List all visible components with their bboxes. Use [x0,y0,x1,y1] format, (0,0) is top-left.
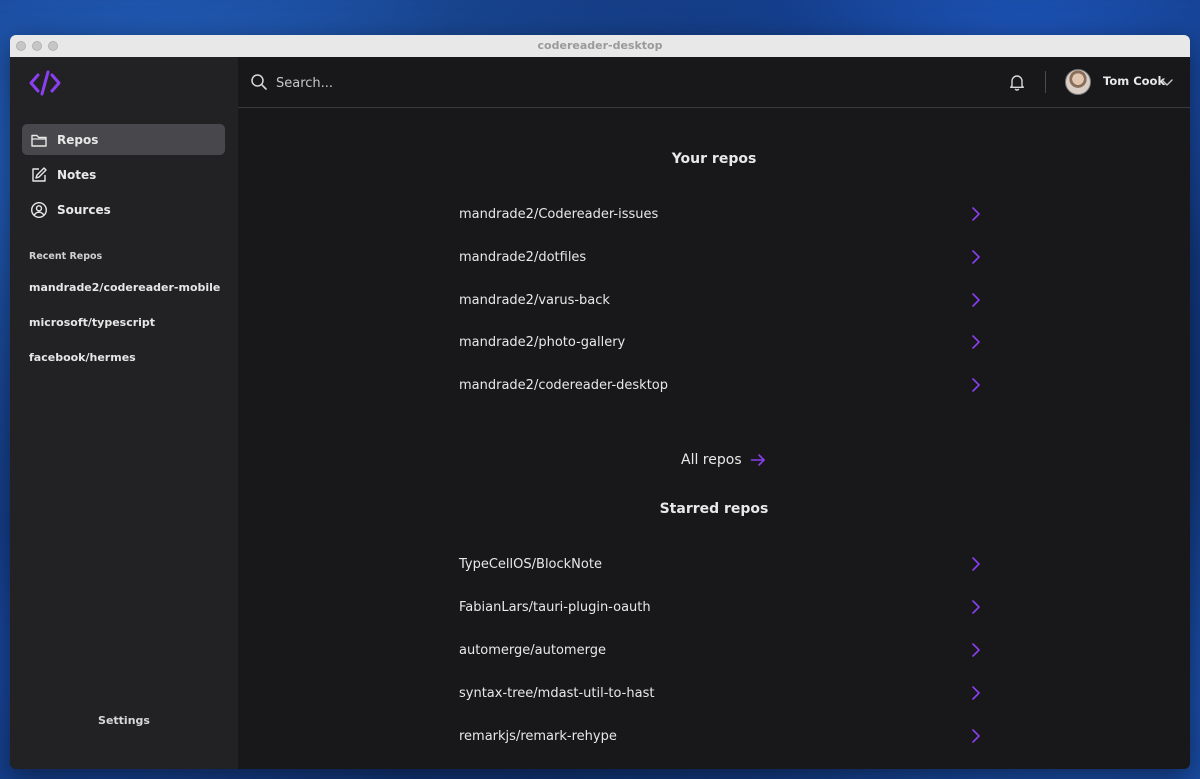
chevron-down-icon[interactable] [1160,75,1174,89]
chevron-right-icon [972,250,980,264]
starred-repos-heading: Starred repos [659,501,769,517]
sidebar: Repos Notes Sources Recent Repos mandrad… [10,57,238,769]
chevron-right-icon [972,207,980,221]
main-content: Your repos mandrade2/Codereader-issues m… [238,108,1190,769]
repo-name: mandrade2/photo-gallery [459,334,626,350]
repo-name: remarkjs/remark-rehype [459,728,617,744]
sidebar-item-repos[interactable]: Repos [22,124,225,155]
repo-row[interactable]: mandrade2/varus-back [459,286,983,314]
window-title: codereader-desktop [537,39,663,52]
chevron-right-icon [972,557,980,571]
chevron-right-icon [972,293,980,307]
top-bar: Tom Cook [238,57,1190,108]
title-bar: codereader-desktop [10,35,1190,58]
your-repos-heading: Your repos [671,151,757,167]
recent-repo-item[interactable]: mandrade2/codereader-mobile [29,281,220,294]
repo-name: mandrade2/Codereader-issues [459,206,659,222]
sidebar-item-label: Repos [57,132,99,147]
header-divider [1045,71,1046,93]
repo-name: automerge/automerge [459,642,606,658]
all-repos-link[interactable]: All repos [681,452,766,468]
folder-icon [31,134,47,147]
search-icon [251,74,267,90]
chevron-right-icon [972,600,980,614]
all-repos-label: All repos [681,452,742,468]
repo-row[interactable]: mandrade2/Codereader-issues [459,200,983,228]
repo-row[interactable]: TypeCellOS/BlockNote [459,550,983,578]
repo-name: mandrade2/dotfiles [459,249,587,265]
repo-name: FabianLars/tauri-plugin-oauth [459,599,651,615]
sidebar-item-label: Sources [57,202,111,217]
arrow-right-icon [750,454,765,466]
search-input[interactable] [274,69,678,97]
sidebar-item-label: Notes [57,167,97,182]
app-window: codereader-desktop Repos Notes Sources R… [10,35,1190,769]
bell-icon[interactable] [1008,73,1026,91]
repo-row[interactable]: mandrade2/dotfiles [459,243,983,271]
settings-link[interactable]: Settings [10,714,238,727]
repo-row[interactable]: automerge/automerge [459,636,983,664]
sidebar-item-sources[interactable]: Sources [22,194,225,225]
repo-name: syntax-tree/mdast-util-to-hast [459,685,655,701]
repo-row[interactable]: FabianLars/tauri-plugin-oauth [459,593,983,621]
repo-name: mandrade2/codereader-desktop [459,377,669,393]
code-brackets-icon[interactable] [28,69,62,97]
chevron-right-icon [972,686,980,700]
avatar[interactable] [1065,69,1091,95]
sidebar-item-notes[interactable]: Notes [22,159,225,190]
repo-name: mandrade2/varus-back [459,292,610,308]
repo-row[interactable]: syntax-tree/mdast-util-to-hast [459,679,983,707]
user-name[interactable]: Tom Cook [1103,74,1165,88]
repo-name: TypeCellOS/BlockNote [459,556,602,572]
user-circle-icon [30,201,48,218]
repo-row[interactable]: remarkjs/remark-rehype [459,722,983,750]
recent-repos-heading: Recent Repos [29,251,103,262]
chevron-right-icon [972,335,980,349]
recent-repo-item[interactable]: facebook/hermes [29,351,136,364]
chevron-right-icon [972,729,980,743]
edit-icon [32,166,47,182]
chevron-right-icon [972,643,980,657]
repo-row[interactable]: mandrade2/photo-gallery [459,328,983,356]
repo-row[interactable]: mandrade2/codereader-desktop [459,371,983,399]
recent-repo-item[interactable]: microsoft/typescript [29,316,155,329]
chevron-right-icon [972,378,980,392]
